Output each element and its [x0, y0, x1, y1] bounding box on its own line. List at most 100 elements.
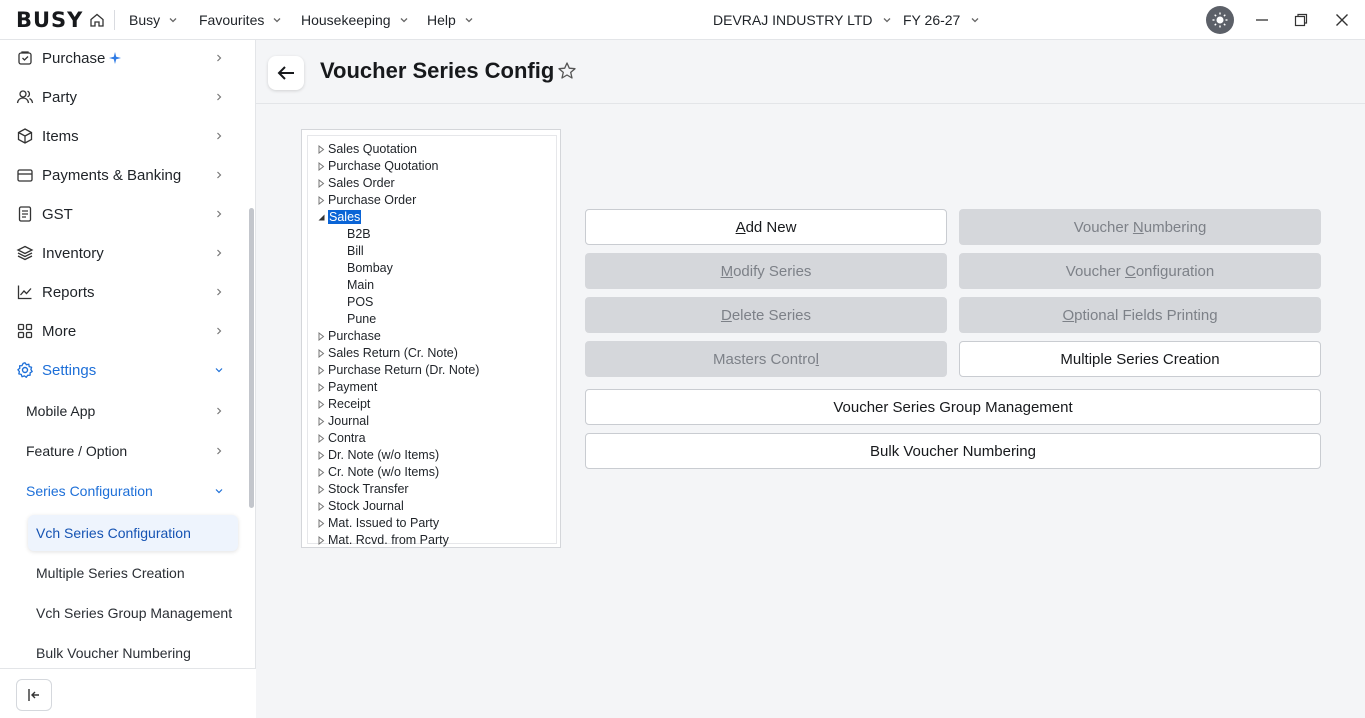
bulk-voucher-numbering-button[interactable]: Bulk Voucher Numbering: [585, 433, 1321, 469]
tree-node-sales-return[interactable]: Sales Return (Cr. Note): [318, 345, 458, 362]
close-icon[interactable]: [1333, 11, 1351, 29]
sidebar-item-label: Feature / Option: [26, 443, 128, 459]
sidebar-item-items[interactable]: Items: [0, 117, 246, 155]
collapsed-triangle-icon[interactable]: [318, 468, 325, 477]
sidebar-item-inventory[interactable]: Inventory: [0, 234, 246, 272]
voucher-series-group-management-button[interactable]: Voucher Series Group Management: [585, 389, 1321, 425]
collapsed-triangle-icon[interactable]: [318, 196, 325, 205]
tree-node-stock-transfer[interactable]: Stock Transfer: [318, 481, 409, 498]
tree-node-purchase-order[interactable]: Purchase Order: [318, 192, 417, 209]
tree-node-label: Purchase Order: [328, 193, 417, 207]
tree-node-label: Purchase Quotation: [328, 159, 439, 173]
collapsed-triangle-icon[interactable]: [318, 519, 325, 528]
home-icon[interactable]: [89, 12, 105, 28]
collapsed-triangle-icon[interactable]: [318, 145, 325, 154]
chevron-down-icon: [169, 18, 177, 23]
sidebar-item-settings[interactable]: Settings: [0, 351, 246, 389]
tree-node-receipt[interactable]: Receipt: [318, 396, 371, 413]
sidebar-item-reports[interactable]: Reports: [0, 273, 246, 311]
collapsed-triangle-icon[interactable]: [318, 383, 325, 392]
tree-leaf-b2b[interactable]: B2B: [347, 226, 371, 243]
expanded-triangle-icon[interactable]: [318, 213, 325, 222]
tree-list[interactable]: Sales Quotation Purchase Quotation Sales…: [307, 135, 557, 547]
company-selector[interactable]: DEVRAJ INDUSTRY LTD: [713, 12, 892, 28]
collapsed-triangle-icon[interactable]: [318, 485, 325, 494]
sidebar-item-gst[interactable]: GST: [0, 195, 246, 233]
tree-leaf-pos[interactable]: POS: [347, 294, 373, 311]
tree-node-stock-journal[interactable]: Stock Journal: [318, 498, 404, 515]
sidebar-item-bulk-voucher-numbering[interactable]: Bulk Voucher Numbering: [28, 635, 238, 668]
add-new-button[interactable]: Add New: [585, 209, 947, 245]
sidebar-item-payments-banking[interactable]: Payments & Banking: [0, 156, 246, 194]
collapsed-triangle-icon[interactable]: [318, 332, 325, 341]
chevron-right-icon: [217, 407, 222, 415]
tree-node-mat-issued[interactable]: Mat. Issued to Party: [318, 515, 440, 532]
page-title: Voucher Series Config: [320, 58, 555, 83]
tree-node-payment[interactable]: Payment: [318, 379, 377, 396]
sidebar-item-mobile-app[interactable]: Mobile App: [0, 393, 246, 429]
star-icon[interactable]: [557, 61, 577, 81]
masters-control-button[interactable]: Masters Contro l: [585, 341, 947, 377]
collapsed-triangle-icon[interactable]: [318, 349, 325, 358]
sidebar-scrollbar[interactable]: [249, 208, 254, 508]
minimize-icon[interactable]: [1253, 11, 1271, 29]
voucher-numbering-button[interactable]: Voucher Numbering: [959, 209, 1321, 245]
tree-node-sales-quotation[interactable]: Sales Quotation: [318, 141, 417, 158]
tree-node-purchase-return[interactable]: Purchase Return (Dr. Note): [318, 362, 479, 379]
sparkle-icon: [109, 52, 121, 64]
delete-series-button[interactable]: Delete Series: [585, 297, 947, 333]
tree-node-purchase-quotation[interactable]: Purchase Quotation: [318, 158, 439, 175]
collapsed-triangle-icon[interactable]: [318, 451, 325, 460]
collapsed-triangle-icon[interactable]: [318, 366, 325, 375]
restore-icon[interactable]: [1292, 11, 1310, 29]
tree-node-purchase[interactable]: Purchase: [318, 328, 381, 345]
collapsed-triangle-icon[interactable]: [318, 179, 325, 188]
fy-selector[interactable]: FY 26-27: [903, 12, 980, 28]
tree-leaf-main[interactable]: Main: [347, 277, 374, 294]
button-label-mnemonic: N: [1132, 218, 1144, 236]
sidebar-item-purchase[interactable]: Purchase: [0, 40, 246, 77]
tree-leaf-bill[interactable]: Bill: [347, 243, 364, 260]
tree-node-label: Receipt: [328, 397, 371, 411]
tree-node-journal[interactable]: Journal: [318, 413, 369, 430]
sidebar-item-more[interactable]: More: [0, 312, 246, 350]
tree-node-label: Mat. Issued to Party: [328, 516, 440, 530]
menu-favourites[interactable]: Favourites: [199, 12, 282, 28]
tree-node-label: Cr. Note (w/o Items): [328, 465, 440, 479]
modify-series-button[interactable]: Modify Series: [585, 253, 947, 289]
sidebar-item-vch-series-configuration[interactable]: Vch Series Configuration: [28, 515, 238, 551]
sidebar-item-label: Settings: [42, 361, 97, 379]
tree-leaf-pune[interactable]: Pune: [347, 311, 376, 328]
sidebar-item-feature-option[interactable]: Feature / Option: [0, 433, 246, 469]
menu-busy[interactable]: Busy: [129, 12, 178, 28]
menu-favourites-label: Favourites: [199, 12, 265, 28]
tree-leaf-bombay[interactable]: Bombay: [347, 260, 393, 277]
menu-housekeeping[interactable]: Housekeeping: [301, 12, 409, 28]
sidebar-item-vch-series-group-management[interactable]: Vch Series Group Management: [28, 595, 238, 631]
optional-fields-printing-button[interactable]: Optional Fields Printing: [959, 297, 1321, 333]
collapse-sidebar-button[interactable]: [16, 679, 52, 711]
tree-node-mat-rcvd[interactable]: Mat. Rcvd. from Party: [318, 532, 449, 549]
sidebar-item-party[interactable]: Party: [0, 78, 246, 116]
sidebar-item-multiple-series-creation[interactable]: Multiple Series Creation: [28, 555, 238, 591]
collapsed-triangle-icon[interactable]: [318, 400, 325, 409]
sidebar-item-label: Purchase: [42, 49, 106, 67]
tree-node-label: Bill: [347, 244, 364, 258]
menu-help[interactable]: Help: [427, 12, 474, 28]
multiple-series-creation-button[interactable]: Multiple Series Creation: [959, 341, 1321, 377]
tree-node-cr-note[interactable]: Cr. Note (w/o Items): [318, 464, 440, 481]
theme-toggle-button[interactable]: [1206, 6, 1234, 34]
collapsed-triangle-icon[interactable]: [318, 536, 325, 545]
collapsed-triangle-icon[interactable]: [318, 434, 325, 443]
tree-node-contra[interactable]: Contra: [318, 430, 366, 447]
collapsed-triangle-icon[interactable]: [318, 162, 325, 171]
collapsed-triangle-icon[interactable]: [318, 502, 325, 511]
sidebar-item-series-configuration[interactable]: Series Configuration: [0, 473, 246, 509]
tree-node-dr-note[interactable]: Dr. Note (w/o Items): [318, 447, 439, 464]
menu-busy-label: Busy: [129, 12, 161, 28]
back-button[interactable]: [268, 56, 304, 90]
collapsed-triangle-icon[interactable]: [318, 417, 325, 426]
voucher-configuration-button[interactable]: Voucher Configuration: [959, 253, 1321, 289]
tree-node-sales[interactable]: Sales: [318, 209, 362, 226]
tree-node-sales-order[interactable]: Sales Order: [318, 175, 395, 192]
